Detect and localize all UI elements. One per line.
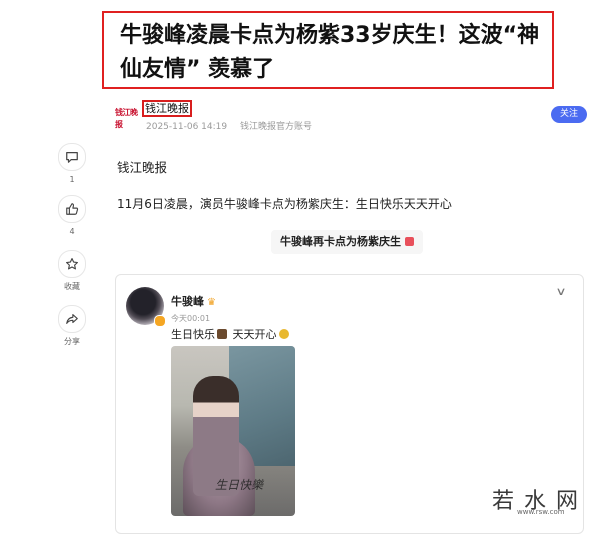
crown-icon: ♛ <box>207 297 216 308</box>
share-action[interactable]: 分享 <box>56 305 88 347</box>
post-author-name: 牛骏峰 <box>171 295 204 308</box>
article-title: 牛骏峰凌晨卡点为杨紫33岁庆生！这波“神仙友情” 羡慕了 <box>120 23 540 82</box>
comment-count: 1 <box>69 175 75 184</box>
post-time: 今天00:01 <box>171 314 211 323</box>
post-author[interactable]: 牛骏峰 ♛ <box>171 293 216 309</box>
title-highlight-box: 牛骏峰凌晨卡点为杨紫33岁庆生！这波“神仙友情” 羡慕了 <box>102 11 554 89</box>
cake-emoji-icon <box>217 329 227 339</box>
favorite-action[interactable]: 收藏 <box>56 250 88 292</box>
body-paragraph: 11月6日凌晨，演员牛骏峰卡点为杨紫庆生：生日快乐天天开心 <box>117 197 452 211</box>
topic-chip[interactable]: 牛骏峰再卡点为杨紫庆生 <box>271 230 423 254</box>
like-action[interactable]: 4 <box>56 195 88 237</box>
source-name[interactable]: 钱江晚报 <box>142 100 192 117</box>
post-text-part-2: 天天开心 <box>232 328 277 341</box>
source-logo: 钱江晚报 <box>115 108 138 129</box>
follow-button[interactable]: 关注 <box>551 106 587 123</box>
post-photo[interactable]: 生日快樂 <box>171 346 295 516</box>
share-label: 分享 <box>64 337 80 346</box>
verified-badge-icon <box>154 315 166 327</box>
topic-chip-label: 牛骏峰再卡点为杨紫庆生 <box>280 235 401 248</box>
star-icon[interactable] <box>58 250 86 278</box>
comment-icon[interactable] <box>58 143 86 171</box>
smile-emoji-icon <box>278 329 289 339</box>
chevron-down-icon[interactable]: ∨ <box>555 285 566 298</box>
post-text-part-1: 生日快乐 <box>171 328 215 341</box>
photo-caption: 生日快樂 <box>215 478 264 492</box>
watermark-url: www.rsw.com <box>517 508 565 516</box>
comment-action[interactable]: 1 <box>56 143 88 185</box>
post-text: 生日快乐 天天开心 <box>171 326 291 342</box>
favorite-label: 收藏 <box>64 282 80 291</box>
thumbs-up-icon[interactable] <box>58 195 86 223</box>
publish-time: 2025-11-06 14:19 <box>146 122 228 132</box>
source-meta: 2025-11-06 14:19 钱江晚报官方账号 <box>146 119 322 132</box>
topic-icon <box>405 237 414 246</box>
body-source: 钱江晚报 <box>117 160 168 175</box>
share-icon[interactable] <box>58 305 86 333</box>
like-count: 4 <box>69 227 75 236</box>
source-description: 钱江晚报官方账号 <box>239 122 312 132</box>
